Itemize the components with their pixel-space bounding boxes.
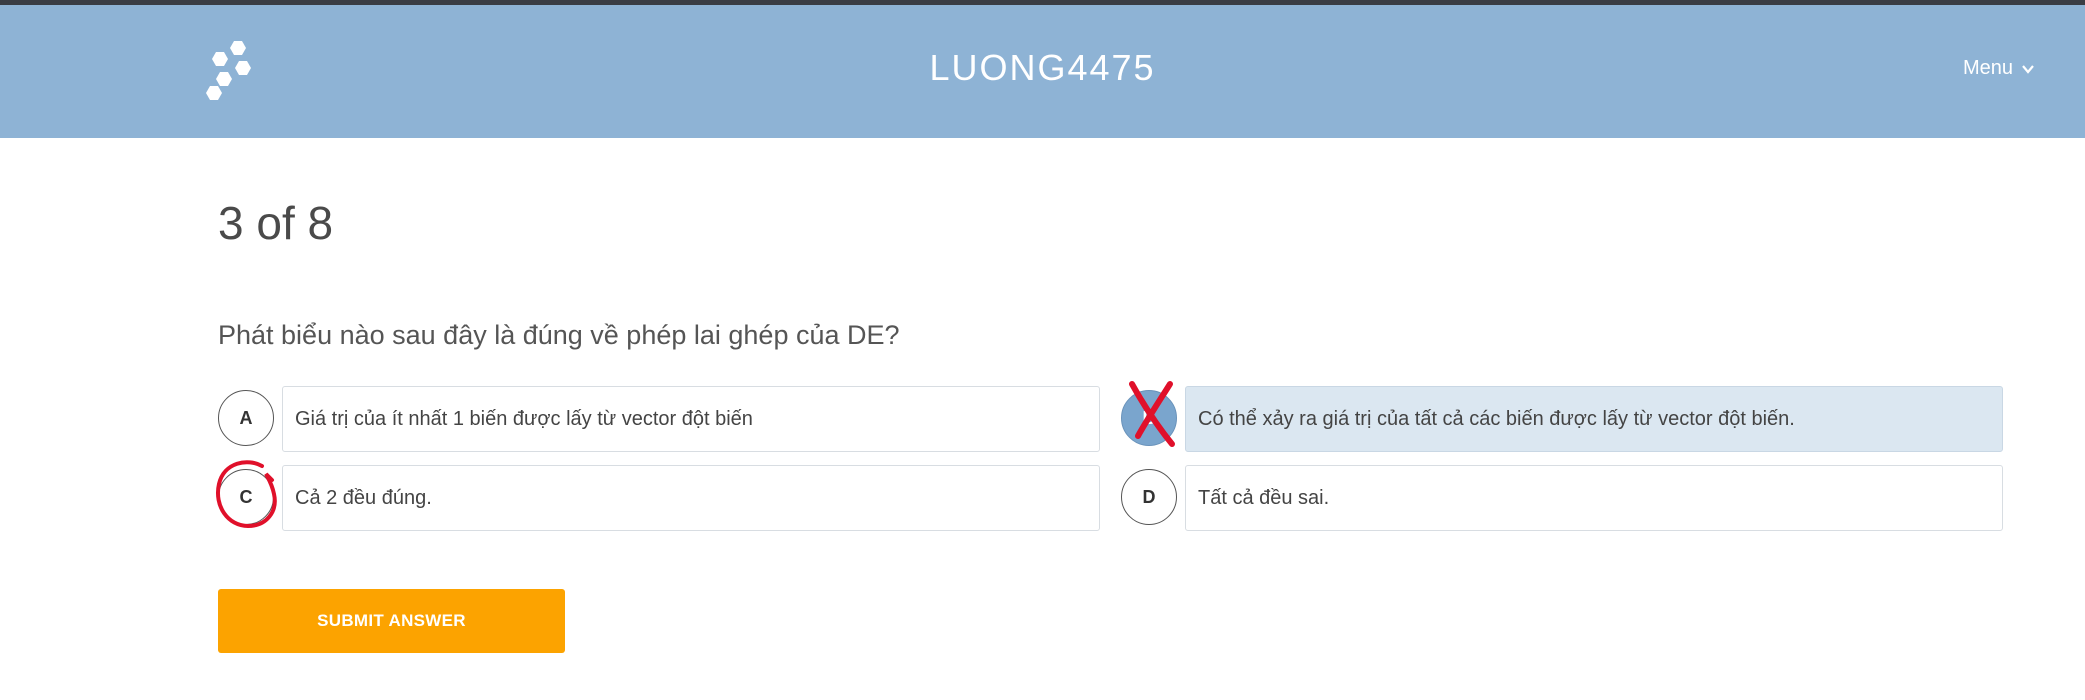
option-text[interactable]: Có thể xảy ra giá trị của tất cả các biế… bbox=[1185, 386, 2003, 452]
option-text[interactable]: Giá trị của ít nhất 1 biến được lấy từ v… bbox=[282, 386, 1100, 452]
option-text[interactable]: Tất cả đều sai. bbox=[1185, 465, 2003, 531]
chevron-down-icon bbox=[2022, 64, 2034, 74]
option-letter-badge[interactable]: A bbox=[218, 390, 274, 446]
submit-answer-button[interactable]: SUBMIT ANSWER bbox=[218, 589, 565, 653]
option-letter-badge[interactable]: C bbox=[218, 469, 274, 525]
option-letter-badge[interactable]: B bbox=[1121, 390, 1177, 446]
app-title: LUONG4475 bbox=[929, 47, 1156, 88]
menu-label: Menu bbox=[1962, 57, 2013, 79]
question-text: Phát biểu nào sau đây là đúng về phép la… bbox=[218, 320, 900, 350]
app-header: LUONG4475 Menu bbox=[0, 5, 2085, 138]
question-progress: 3 of 8 bbox=[218, 197, 334, 249]
option-letter-badge[interactable]: D bbox=[1121, 469, 1177, 525]
menu-dropdown[interactable]: Menu bbox=[1963, 57, 2035, 80]
option-text[interactable]: Cả 2 đều đúng. bbox=[282, 465, 1100, 531]
